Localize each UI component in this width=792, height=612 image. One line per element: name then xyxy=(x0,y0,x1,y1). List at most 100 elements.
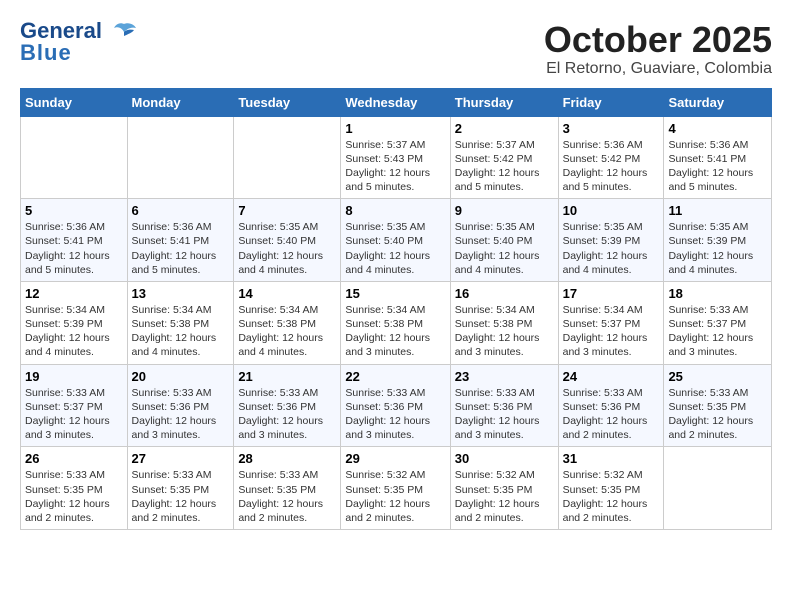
table-row: 9 Sunrise: 5:35 AM Sunset: 5:40 PM Daylig… xyxy=(450,199,558,282)
table-row: 5 Sunrise: 5:36 AM Sunset: 5:41 PM Daylig… xyxy=(21,199,128,282)
day-info: Sunrise: 5:35 AM Sunset: 5:39 PM Dayligh… xyxy=(563,220,660,277)
table-row: 13 Sunrise: 5:34 AM Sunset: 5:38 PM Dayli… xyxy=(127,281,234,364)
day-info: Sunrise: 5:32 AM Sunset: 5:35 PM Dayligh… xyxy=(563,468,660,525)
day-info: Sunrise: 5:33 AM Sunset: 5:35 PM Dayligh… xyxy=(238,468,336,525)
calendar-table: Sunday Monday Tuesday Wednesday Thursday… xyxy=(20,88,772,530)
day-number: 16 xyxy=(455,286,554,301)
day-number: 29 xyxy=(345,451,445,466)
header-sunday: Sunday xyxy=(21,88,128,116)
day-info: Sunrise: 5:34 AM Sunset: 5:38 PM Dayligh… xyxy=(132,303,230,360)
calendar-week-row: 12 Sunrise: 5:34 AM Sunset: 5:39 PM Dayli… xyxy=(21,281,772,364)
day-number: 15 xyxy=(345,286,445,301)
day-number: 26 xyxy=(25,451,123,466)
day-number: 12 xyxy=(25,286,123,301)
calendar-week-row: 5 Sunrise: 5:36 AM Sunset: 5:41 PM Daylig… xyxy=(21,199,772,282)
table-row: 8 Sunrise: 5:35 AM Sunset: 5:40 PM Daylig… xyxy=(341,199,450,282)
day-info: Sunrise: 5:33 AM Sunset: 5:35 PM Dayligh… xyxy=(668,386,767,443)
table-row: 23Sunrise: 5:33 AM Sunset: 5:36 PM Dayli… xyxy=(450,364,558,447)
day-info: Sunrise: 5:34 AM Sunset: 5:37 PM Dayligh… xyxy=(563,303,660,360)
logo: General Blue xyxy=(20,20,138,66)
day-info: Sunrise: 5:36 AM Sunset: 5:41 PM Dayligh… xyxy=(668,138,767,195)
day-info: Sunrise: 5:33 AM Sunset: 5:36 PM Dayligh… xyxy=(238,386,336,443)
day-info: Sunrise: 5:34 AM Sunset: 5:39 PM Dayligh… xyxy=(25,303,123,360)
table-row: 30 Sunrise: 5:32 AM Sunset: 5:35 PM Dayli… xyxy=(450,447,558,530)
table-row: 4Sunrise: 5:36 AM Sunset: 5:41 PM Daylig… xyxy=(664,116,772,199)
day-number: 19 xyxy=(25,369,123,384)
day-info: Sunrise: 5:33 AM Sunset: 5:35 PM Dayligh… xyxy=(132,468,230,525)
table-row: 25 Sunrise: 5:33 AM Sunset: 5:35 PM Dayli… xyxy=(664,364,772,447)
title-block: October 2025 El Retorno, Guaviare, Colom… xyxy=(544,20,772,78)
day-info: Sunrise: 5:35 AM Sunset: 5:40 PM Dayligh… xyxy=(238,220,336,277)
day-number: 2 xyxy=(455,121,554,136)
day-number: 20 xyxy=(132,369,230,384)
day-number: 31 xyxy=(563,451,660,466)
header-thursday: Thursday xyxy=(450,88,558,116)
calendar-subtitle: El Retorno, Guaviare, Colombia xyxy=(544,60,772,78)
table-row: 27 Sunrise: 5:33 AM Sunset: 5:35 PM Dayli… xyxy=(127,447,234,530)
logo-blue-text: Blue xyxy=(20,40,72,65)
header-wednesday: Wednesday xyxy=(341,88,450,116)
table-row: 6Sunrise: 5:36 AM Sunset: 5:41 PM Daylig… xyxy=(127,199,234,282)
day-info: Sunrise: 5:34 AM Sunset: 5:38 PM Dayligh… xyxy=(345,303,445,360)
day-info: Sunrise: 5:35 AM Sunset: 5:40 PM Dayligh… xyxy=(455,220,554,277)
table-row: 11Sunrise: 5:35 AM Sunset: 5:39 PM Dayli… xyxy=(664,199,772,282)
day-number: 14 xyxy=(238,286,336,301)
table-row: 2 Sunrise: 5:37 AM Sunset: 5:42 PM Daylig… xyxy=(450,116,558,199)
day-info: Sunrise: 5:32 AM Sunset: 5:35 PM Dayligh… xyxy=(345,468,445,525)
table-row: 10 Sunrise: 5:35 AM Sunset: 5:39 PM Dayli… xyxy=(558,199,664,282)
day-number: 7 xyxy=(238,203,336,218)
table-row: 21 Sunrise: 5:33 AM Sunset: 5:36 PM Dayli… xyxy=(234,364,341,447)
day-number: 11 xyxy=(668,203,767,218)
day-number: 22 xyxy=(345,369,445,384)
day-info: Sunrise: 5:36 AM Sunset: 5:41 PM Dayligh… xyxy=(25,220,123,277)
day-number: 17 xyxy=(563,286,660,301)
table-row: 7 Sunrise: 5:35 AM Sunset: 5:40 PM Daylig… xyxy=(234,199,341,282)
calendar-week-row: 1Sunrise: 5:37 AM Sunset: 5:43 PM Daylig… xyxy=(21,116,772,199)
table-row: 20 Sunrise: 5:33 AM Sunset: 5:36 PM Dayli… xyxy=(127,364,234,447)
day-info: Sunrise: 5:33 AM Sunset: 5:37 PM Dayligh… xyxy=(25,386,123,443)
day-info: Sunrise: 5:37 AM Sunset: 5:42 PM Dayligh… xyxy=(455,138,554,195)
table-row: 15 Sunrise: 5:34 AM Sunset: 5:38 PM Dayli… xyxy=(341,281,450,364)
table-row xyxy=(234,116,341,199)
day-number: 5 xyxy=(25,203,123,218)
table-row xyxy=(127,116,234,199)
table-row: 14Sunrise: 5:34 AM Sunset: 5:38 PM Dayli… xyxy=(234,281,341,364)
day-info: Sunrise: 5:33 AM Sunset: 5:35 PM Dayligh… xyxy=(25,468,123,525)
day-number: 24 xyxy=(563,369,660,384)
day-number: 21 xyxy=(238,369,336,384)
table-row: 28Sunrise: 5:33 AM Sunset: 5:35 PM Dayli… xyxy=(234,447,341,530)
calendar-week-row: 19 Sunrise: 5:33 AM Sunset: 5:37 PM Dayli… xyxy=(21,364,772,447)
day-number: 3 xyxy=(563,121,660,136)
page-header: General Blue October 2025 El Retorno, Gu… xyxy=(20,20,772,78)
day-number: 6 xyxy=(132,203,230,218)
table-row: 24 Sunrise: 5:33 AM Sunset: 5:36 PM Dayli… xyxy=(558,364,664,447)
header-tuesday: Tuesday xyxy=(234,88,341,116)
day-info: Sunrise: 5:35 AM Sunset: 5:40 PM Dayligh… xyxy=(345,220,445,277)
calendar-week-row: 26 Sunrise: 5:33 AM Sunset: 5:35 PM Dayli… xyxy=(21,447,772,530)
table-row: 17 Sunrise: 5:34 AM Sunset: 5:37 PM Dayli… xyxy=(558,281,664,364)
day-number: 27 xyxy=(132,451,230,466)
day-info: Sunrise: 5:33 AM Sunset: 5:36 PM Dayligh… xyxy=(563,386,660,443)
day-info: Sunrise: 5:33 AM Sunset: 5:36 PM Dayligh… xyxy=(132,386,230,443)
table-row: 18Sunrise: 5:33 AM Sunset: 5:37 PM Dayli… xyxy=(664,281,772,364)
table-row: 22Sunrise: 5:33 AM Sunset: 5:36 PM Dayli… xyxy=(341,364,450,447)
table-row: 29 Sunrise: 5:32 AM Sunset: 5:35 PM Dayli… xyxy=(341,447,450,530)
day-info: Sunrise: 5:36 AM Sunset: 5:42 PM Dayligh… xyxy=(563,138,660,195)
day-info: Sunrise: 5:37 AM Sunset: 5:43 PM Dayligh… xyxy=(345,138,445,195)
calendar-header-row: Sunday Monday Tuesday Wednesday Thursday… xyxy=(21,88,772,116)
day-info: Sunrise: 5:32 AM Sunset: 5:35 PM Dayligh… xyxy=(455,468,554,525)
calendar-title: October 2025 xyxy=(544,20,772,60)
day-number: 25 xyxy=(668,369,767,384)
day-number: 10 xyxy=(563,203,660,218)
day-number: 8 xyxy=(345,203,445,218)
table-row: 1Sunrise: 5:37 AM Sunset: 5:43 PM Daylig… xyxy=(341,116,450,199)
table-row xyxy=(664,447,772,530)
header-saturday: Saturday xyxy=(664,88,772,116)
table-row: 26 Sunrise: 5:33 AM Sunset: 5:35 PM Dayli… xyxy=(21,447,128,530)
day-number: 13 xyxy=(132,286,230,301)
logo-text: General xyxy=(20,20,138,42)
day-number: 30 xyxy=(455,451,554,466)
day-number: 9 xyxy=(455,203,554,218)
day-info: Sunrise: 5:33 AM Sunset: 5:37 PM Dayligh… xyxy=(668,303,767,360)
header-monday: Monday xyxy=(127,88,234,116)
